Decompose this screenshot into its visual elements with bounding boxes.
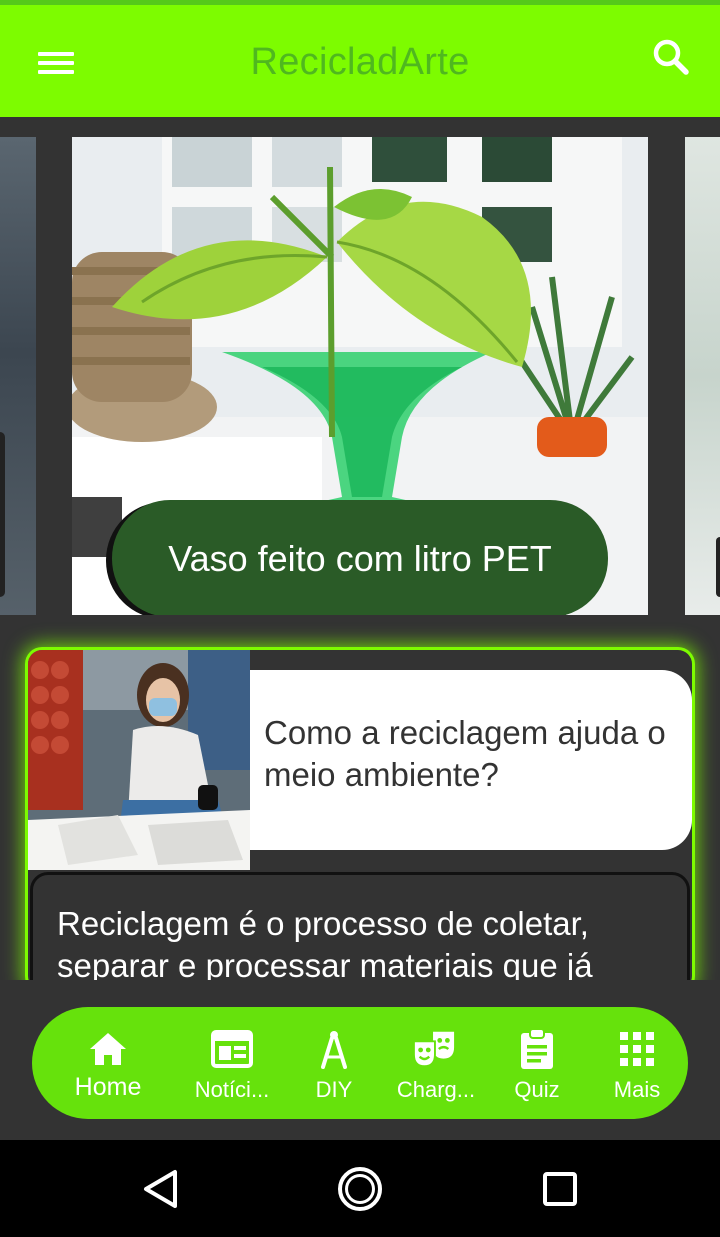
home-icon: [86, 1027, 130, 1071]
system-navigation-bar: [0, 1140, 720, 1237]
clipboard-icon: [515, 1027, 559, 1071]
nav-home[interactable]: Home: [58, 1007, 158, 1119]
nav-news-label: Notíci...: [194, 1077, 270, 1102]
system-home-button[interactable]: [335, 1164, 385, 1214]
nav-quiz[interactable]: Quiz: [502, 1007, 572, 1119]
carousel-prev-card[interactable]: [0, 137, 36, 615]
article-excerpt: Reciclagem é o processo de coletar, sepa…: [57, 905, 593, 984]
nav-home-label: Home: [74, 1073, 142, 1101]
app-bar: RecicladArte: [0, 5, 720, 117]
nav-diy-label: DIY: [315, 1077, 353, 1102]
app-title: RecicladArte: [250, 41, 470, 83]
carousel-caption-pill[interactable]: Vaso feito com litro PET: [112, 500, 608, 615]
prev-card-pill-edge: [0, 432, 5, 597]
article-image: [28, 650, 250, 870]
article-title-box[interactable]: Como a reciclagem ajuda o meio ambiente?: [250, 670, 692, 850]
search-icon: [653, 39, 689, 75]
article-title: Como a reciclagem ajuda o meio ambiente?: [264, 714, 666, 793]
article-excerpt-box[interactable]: Reciclagem é o processo de coletar, sepa…: [30, 872, 690, 990]
featured-carousel[interactable]: Vaso feito com litro PET: [0, 117, 720, 633]
nav-quiz-label: Quiz: [514, 1077, 560, 1102]
search-button[interactable]: [648, 35, 694, 81]
news-icon: [210, 1027, 254, 1071]
theater-masks-icon: [412, 1027, 456, 1071]
next-card-pill-edge: [716, 537, 720, 597]
carousel-next-card[interactable]: [685, 137, 720, 615]
nav-charges[interactable]: Charg...: [384, 1007, 488, 1119]
system-back-button[interactable]: [137, 1164, 187, 1214]
nav-more[interactable]: Mais: [598, 1007, 676, 1119]
back-triangle-icon: [144, 1170, 177, 1208]
recents-square-icon: [543, 1172, 577, 1206]
apps-grid-icon: [615, 1027, 659, 1071]
carousel-caption: Vaso feito com litro PET: [168, 537, 552, 579]
bottom-navigation: Home Notíci... DIY Charg... Quiz Mais: [32, 1007, 688, 1119]
carousel-current-card[interactable]: Vaso feito com litro PET: [72, 137, 648, 615]
nav-diy[interactable]: DIY: [297, 1007, 371, 1119]
nav-news[interactable]: Notíci...: [182, 1007, 282, 1119]
home-circle-icon: [338, 1167, 382, 1211]
nav-charges-label: Charg...: [396, 1077, 476, 1102]
article-card[interactable]: Como a reciclagem ajuda o meio ambiente?…: [28, 650, 692, 990]
compass-drawing-icon: [312, 1027, 356, 1071]
system-recents-button[interactable]: [535, 1164, 585, 1214]
woman-recycling-image: [28, 650, 250, 870]
nav-more-label: Mais: [613, 1077, 661, 1102]
bottom-area: Home Notíci... DIY Charg... Quiz Mais: [0, 980, 720, 1140]
